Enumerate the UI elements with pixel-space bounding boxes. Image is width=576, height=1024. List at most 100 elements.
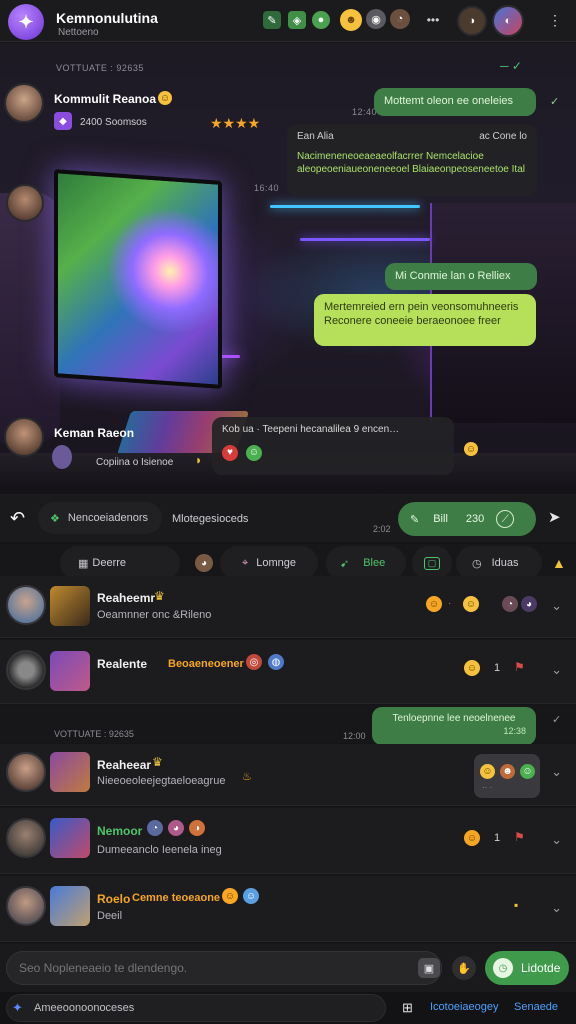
- chevron-down-icon[interactable]: ⌄: [551, 832, 562, 848]
- filter-chip-label: Blee: [363, 557, 386, 569]
- top-bar: ✦ Kemnonulutina Nettoeno ✎ ◈ ● ☻ ◉ ◔ •••…: [0, 0, 576, 42]
- target-icon[interactable]: ◎: [246, 654, 262, 670]
- crown-icon: ♛: [152, 755, 163, 769]
- bookmark-icon: ▪: [514, 898, 519, 912]
- filter-chip[interactable]: ▦ Deerre: [60, 546, 180, 580]
- heart-icon[interactable]: ♥: [222, 445, 238, 461]
- bottom-label: Ameeoonoonoceses: [34, 1002, 135, 1014]
- footer-link-a[interactable]: Icotoeiaeogey: [430, 1001, 499, 1013]
- app-logo[interactable]: ✦: [8, 4, 44, 40]
- user-icon[interactable]: ◔: [390, 9, 410, 29]
- emoji-icon[interactable]: ☻: [340, 9, 362, 31]
- row-name: Realente: [97, 657, 148, 671]
- chat-row[interactable]: Roelo Cemne teoeaone ☺ ☺ Deeil ▪ ⌄: [0, 876, 576, 942]
- avatar[interactable]: ◔: [502, 596, 518, 612]
- row-name: Roelo: [97, 892, 131, 906]
- tab-primary[interactable]: ❖ Nencoeiadenors: [38, 502, 162, 534]
- game-icon: ◆: [54, 112, 72, 130]
- tab-primary-label: Nencoeiadenors: [67, 512, 148, 524]
- thread-block: VOTTUATE : 92635 12:00 Tenloepnne lee ne…: [0, 705, 576, 745]
- emoji-icon[interactable]: ☺: [464, 660, 480, 676]
- reaction-card[interactable]: ☺ ☻ ☺ ·· ·: [474, 754, 540, 798]
- tab-secondary[interactable]: Mlotegesioceds: [172, 513, 248, 525]
- emoji-icon[interactable]: ☺: [464, 830, 480, 846]
- chat-bubble: Mottemt oleon ee oneleies: [374, 88, 536, 116]
- banana-icon: ◗: [195, 453, 203, 467]
- chat-bubble-text: Mi Conmie lan o Relliex: [395, 270, 511, 282]
- send-icon[interactable]: ➤: [548, 508, 561, 526]
- footer-link-b[interactable]: Senaede: [514, 1001, 558, 1013]
- neon-light: [270, 205, 420, 208]
- flag-icon: ⚑: [514, 660, 525, 674]
- shield-icon[interactable]: ◈: [288, 11, 306, 29]
- gaming-chair: [0, 193, 60, 443]
- chat-row[interactable]: Reaheear ♛ Nieeoeoleejegtaeloeagrue ♨ ☺ …: [0, 744, 576, 806]
- emoji-icon[interactable]: ☺: [464, 442, 478, 456]
- globe-icon[interactable]: ◍: [268, 654, 284, 670]
- bubble-header-right: ac Cone lo: [479, 131, 527, 142]
- fire-icon: ♨: [242, 771, 252, 783]
- reply-icon[interactable]: ↶: [10, 508, 25, 529]
- game-thumbnail: [50, 818, 90, 858]
- smile-icon[interactable]: ☺: [246, 445, 262, 461]
- pen-icon[interactable]: ✎: [263, 11, 281, 29]
- chevron-down-icon[interactable]: ⌄: [551, 900, 562, 916]
- host-avatar[interactable]: [4, 417, 44, 457]
- filter-chip[interactable]: ⌖ Lomnge: [220, 546, 318, 580]
- host-subtitle: Copiina o Isienoe: [96, 457, 174, 468]
- avatar[interactable]: ◕: [195, 554, 213, 572]
- emoji-icon[interactable]: ☺: [463, 596, 479, 612]
- assistant-icon: ✦: [12, 1000, 23, 1015]
- attach-icon[interactable]: ▣: [418, 958, 440, 978]
- chat-bubble: Mertemreied ern pein veonsomuhneeris Rec…: [314, 294, 536, 346]
- grid-icon: ▦: [78, 557, 89, 570]
- filter-chip-label: Iduas: [491, 557, 519, 569]
- chevron-down-icon[interactable]: ⌄: [551, 662, 562, 678]
- row-message: Oeamnner onc &Rileno: [97, 609, 212, 621]
- chat-row[interactable]: Nemoor ◔ ◕ ◑ Dumeeanclo Ieenela ineg ☺ 1…: [0, 808, 576, 874]
- message-time: 2:02: [373, 524, 391, 534]
- box-icon: ▢: [423, 556, 441, 570]
- message-time: 12:40: [352, 107, 378, 117]
- chevron-down-icon[interactable]: ⌄: [551, 598, 562, 614]
- filter-chip[interactable]: ▢: [412, 546, 452, 580]
- filter-chip[interactable]: ➹ Blee: [326, 546, 406, 580]
- avatar[interactable]: ◐: [492, 5, 524, 37]
- chat-row[interactable]: Realente Beoaeneoener ◎ ◍ ☺ 1 ⚑ ⌄: [0, 640, 576, 704]
- gif-icon[interactable]: ✋: [452, 956, 476, 980]
- avatar: [6, 818, 46, 858]
- scene-tag: VOTTUATE : 92635: [56, 63, 144, 73]
- check-icon: ✓: [552, 714, 562, 726]
- chat-bubble: Kob ua · Teepeni hecanalilea 9 encen… ♥ …: [212, 417, 454, 475]
- row-name: Reaheear: [97, 758, 152, 772]
- more-dots-icon[interactable]: •••: [424, 11, 442, 29]
- chat-row[interactable]: Reaheemr ♛ Oeamnner onc &Rileno ☺ · ☺ ◔ …: [0, 576, 576, 638]
- chevron-down-icon[interactable]: ⌄: [551, 764, 562, 780]
- more-icon: ·· ·: [482, 783, 493, 792]
- emoji-icon[interactable]: ☺: [426, 596, 442, 612]
- filter-chip-label: Lomnge: [256, 557, 296, 569]
- row-message: Deeil: [97, 910, 123, 922]
- emoji-icon: ☺: [480, 764, 495, 779]
- book-icon[interactable]: ⊞: [402, 1000, 413, 1016]
- host-avatar[interactable]: [4, 83, 44, 123]
- avatar: [6, 886, 46, 926]
- bell-icon[interactable]: ▲: [552, 555, 566, 571]
- avatar[interactable]: ◕: [521, 596, 537, 612]
- avatar: [6, 752, 46, 792]
- crown-icon: ♛: [154, 589, 165, 603]
- chat-icon[interactable]: ●: [312, 11, 330, 29]
- action-pill-a: Bill: [433, 513, 448, 525]
- filter-chip[interactable]: ◷ Iduas: [456, 546, 542, 580]
- pen-icon: ✎: [410, 513, 420, 526]
- tag-icon: ⌖: [242, 556, 249, 569]
- kebab-menu-icon[interactable]: ⋮: [546, 11, 564, 29]
- send-button[interactable]: ◷ Lidotde: [485, 951, 569, 985]
- flag-icon: ⚑: [514, 830, 525, 844]
- avatar: ◔: [147, 820, 163, 836]
- avatar[interactable]: ◑: [457, 6, 487, 36]
- badge-icon[interactable]: ◉: [366, 9, 386, 29]
- viewer-avatar[interactable]: [6, 184, 44, 222]
- action-pill[interactable]: ✎ Bill 230 ⟋: [398, 502, 536, 536]
- message-input[interactable]: [6, 951, 442, 985]
